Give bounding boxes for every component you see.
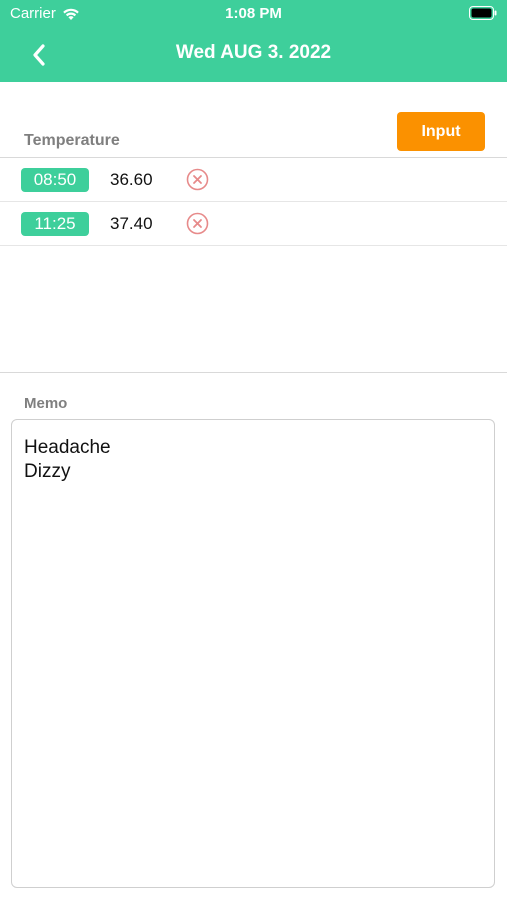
temperature-section-header: Temperature Input (0, 82, 507, 158)
remove-circle-icon[interactable] (186, 168, 209, 191)
section-divider (0, 372, 507, 373)
page-title: Wed AUG 3. 2022 (175, 42, 332, 63)
navigation-bar: Wed AUG 3. 2022 (0, 28, 507, 82)
status-bar: Carrier 1:08 PM (0, 0, 507, 28)
time-badge: 11:25 (21, 212, 89, 236)
temperature-value: 36.60 (110, 170, 153, 189)
header: Carrier 1:08 PM Wed AUG 3. 2022 (0, 0, 507, 82)
temperature-label: Temperature (24, 132, 120, 149)
temperature-value: 37.40 (110, 214, 153, 233)
temperature-row: 11:25 37.40 (0, 202, 507, 246)
temperature-detail-screen: Carrier 1:08 PM Wed AUG 3. 2022 Temperat… (0, 0, 507, 900)
status-time: 1:08 PM (225, 5, 282, 22)
input-button[interactable]: Input (397, 112, 485, 151)
temperature-row: 08:50 36.60 (0, 158, 507, 202)
time-badge: 08:50 (21, 168, 89, 192)
battery-full-icon (469, 6, 497, 20)
memo-textarea[interactable] (11, 419, 495, 888)
remove-circle-icon[interactable] (186, 212, 209, 235)
memo-label: Memo (24, 395, 68, 412)
temperature-list: 08:50 36.60 11:25 37.40 (0, 158, 507, 246)
